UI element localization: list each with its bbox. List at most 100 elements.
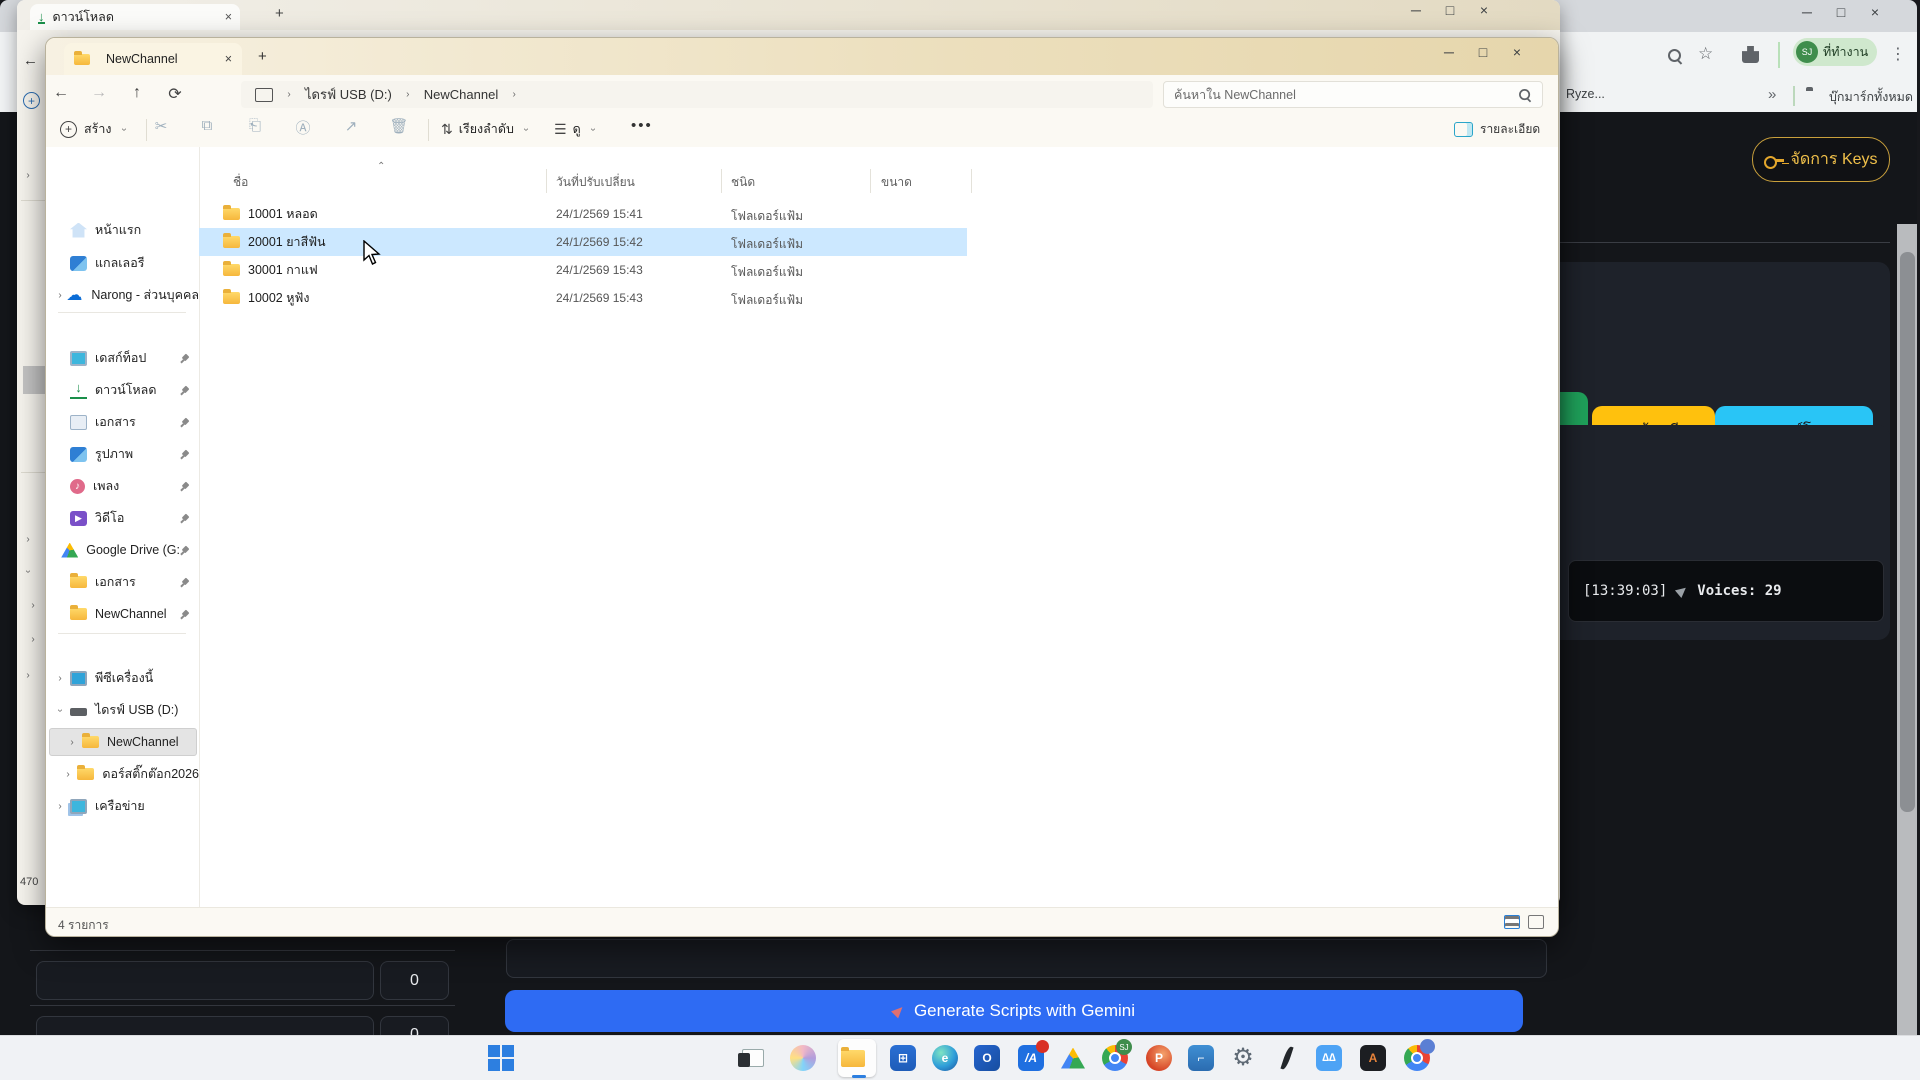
chrome-maximize-button[interactable]: □	[1824, 4, 1858, 20]
new-button[interactable]: + สร้าง ›	[60, 119, 130, 139]
delta-app-button[interactable]: ∆∆	[1314, 1043, 1344, 1073]
bookmarks-overflow-icon[interactable]: »	[1768, 86, 1776, 103]
list-view-toggle[interactable]	[1504, 915, 1520, 929]
sidebar-item-newchannel-pinned[interactable]: NewChannel	[46, 600, 199, 628]
back-icon[interactable]: ←	[46, 84, 76, 102]
tree-item-usb-drive[interactable]: › ไดรฟ์ USB (D:)	[46, 696, 199, 724]
details-pane-toggle[interactable]: รายละเอียด	[1454, 120, 1540, 139]
bookmark-star-icon[interactable]: ☆	[1698, 44, 1713, 64]
chevron-right-icon[interactable]: ›	[22, 170, 34, 181]
remote-app-button[interactable]: ⌐	[1186, 1043, 1216, 1073]
share-icon[interactable]: ↗	[338, 117, 364, 135]
tab-close-icon[interactable]: ×	[225, 10, 232, 24]
forward-icon[interactable]: →	[84, 84, 114, 102]
view-button[interactable]: ☰ ดู ›	[554, 119, 599, 139]
chrome-menu-icon[interactable]: ⋮	[1890, 44, 1906, 64]
tree-item-folder-2026[interactable]: › ดอร์สติ๊กต๊อก2026	[46, 760, 199, 788]
a-app-button[interactable]: A	[1358, 1043, 1388, 1073]
chevron-right-icon[interactable]: ›	[66, 737, 78, 748]
rename-icon[interactable]: Ⓐ	[290, 117, 316, 138]
chevron-right-icon[interactable]: ›	[27, 600, 39, 611]
breadcrumb-folder[interactable]: NewChannel	[424, 87, 498, 102]
manage-keys-button[interactable]: จัดการ Keys	[1752, 137, 1890, 182]
tree-item-this-pc[interactable]: › พีซีเครื่องนี้	[46, 664, 199, 692]
scrollbar-thumb[interactable]	[1900, 252, 1915, 812]
store-button[interactable]: ⊞	[888, 1043, 918, 1073]
new-tab-icon[interactable]: +	[258, 48, 267, 65]
chevron-down-icon[interactable]: ›	[23, 566, 34, 578]
chevron-right-icon[interactable]: ›	[22, 534, 34, 545]
generate-scripts-gemini-button[interactable]: Generate Scripts with Gemini	[505, 990, 1523, 1032]
chrome-secondary-button[interactable]	[1402, 1039, 1435, 1073]
copilot-button[interactable]	[788, 1043, 818, 1073]
explorer-tab[interactable]: NewChannel ×	[64, 43, 242, 75]
downloads-maximize-button[interactable]: □	[1433, 2, 1467, 18]
quill-app-button[interactable]	[1272, 1043, 1302, 1073]
column-divider[interactable]	[971, 169, 972, 193]
back-icon[interactable]: ←	[23, 52, 38, 69]
sidebar-item-onedrive[interactable]: › ☁ Narong - ส่วนบุคคล	[46, 281, 199, 309]
up-icon[interactable]: ↑	[122, 84, 152, 102]
downloads-tab[interactable]: ↓ ดาวน์โหลด ×	[30, 4, 240, 30]
start-button[interactable]	[486, 1043, 516, 1073]
extensions-icon[interactable]	[1742, 46, 1759, 63]
refresh-icon[interactable]: ⟳	[160, 84, 190, 104]
new-tab-icon[interactable]: +	[275, 5, 284, 22]
sidebar-item-desktop[interactable]: เดสก์ท็อป	[46, 344, 199, 372]
chevron-right-icon[interactable]: ›	[54, 801, 66, 812]
column-divider[interactable]	[546, 169, 547, 193]
edge-button[interactable]: e	[930, 1043, 960, 1073]
tree-item-newchannel-selected[interactable]: › NewChannel	[49, 728, 197, 756]
column-header-size[interactable]: ขนาด	[881, 173, 912, 192]
left-input-1[interactable]	[36, 961, 374, 1000]
task-view-button[interactable]	[738, 1043, 768, 1073]
app-ia-button[interactable]: /A	[1016, 1040, 1049, 1073]
more-options-icon[interactable]: •••	[631, 117, 653, 134]
column-divider[interactable]	[721, 169, 722, 193]
close-button[interactable]: ×	[1500, 44, 1534, 60]
sidebar-item-downloads[interactable]: ↓ ดาวน์โหลด	[46, 376, 199, 404]
breadcrumb-drive[interactable]: ไดรฟ์ USB (D:)	[305, 84, 392, 105]
column-header-name[interactable]: ชื่อ	[233, 173, 248, 192]
counter-box-1[interactable]: 0	[380, 961, 449, 1000]
chevron-right-icon[interactable]: ›	[54, 673, 66, 684]
sidebar-item-google-drive[interactable]: Google Drive (G:	[46, 536, 199, 564]
counter-box-2[interactable]: 0	[380, 1016, 449, 1035]
paste-icon[interactable]: ⎗	[242, 117, 268, 134]
downloads-close-button[interactable]: ×	[1467, 2, 1501, 18]
cut-icon[interactable]: ✂	[148, 117, 174, 135]
thumbnail-view-toggle[interactable]	[1528, 915, 1544, 929]
left-input-2[interactable]	[36, 1016, 374, 1035]
column-header-type[interactable]: ชนิด	[731, 173, 755, 192]
chevron-right-icon[interactable]: ›	[54, 290, 66, 301]
all-bookmarks-label[interactable]: บุ๊กมาร์กทั้งหมด	[1829, 87, 1913, 107]
sidebar-item-home[interactable]: หน้าแรก	[46, 216, 199, 244]
copy-icon[interactable]: ⧉	[194, 117, 220, 134]
minimize-button[interactable]: ─	[1432, 44, 1466, 60]
sidebar-item-documents[interactable]: เอกสาร	[46, 408, 199, 436]
maximize-button[interactable]: □	[1466, 44, 1500, 60]
page-scrollbar[interactable]	[1897, 224, 1917, 1035]
sliver-scrollbar-thumb[interactable]	[23, 366, 45, 394]
powerpoint-button[interactable]: P	[1144, 1043, 1174, 1073]
this-pc-icon[interactable]	[255, 87, 273, 102]
sidebar-item-videos[interactable]: ▶ วิดีโอ	[46, 504, 199, 532]
script-input[interactable]	[506, 939, 1547, 978]
new-icon[interactable]: +	[23, 92, 40, 109]
chrome-close-button[interactable]: ×	[1858, 4, 1892, 20]
sidebar-item-pictures[interactable]: รูปภาพ	[46, 440, 199, 468]
search-input[interactable]: ค้นหาใน NewChannel	[1163, 81, 1543, 108]
settings-button[interactable]: ⚙	[1228, 1043, 1258, 1073]
bookmark-item[interactable]: Ryze...	[1566, 87, 1605, 101]
file-explorer-button[interactable]	[838, 1039, 876, 1078]
outlook-button[interactable]: O	[972, 1043, 1002, 1073]
column-header-date[interactable]: วันที่ปรับเปลี่ยน	[556, 173, 635, 192]
chevron-right-icon[interactable]: ›	[22, 670, 34, 681]
chevron-right-icon[interactable]: ›	[62, 769, 74, 780]
tree-item-network[interactable]: › เครือข่าย	[46, 792, 199, 820]
tab-close-icon[interactable]: ×	[225, 52, 232, 66]
profile-button[interactable]: SJ ที่ทำงาน	[1793, 38, 1877, 66]
column-divider[interactable]	[870, 169, 871, 193]
chevron-right-icon[interactable]: ›	[27, 634, 39, 645]
sidebar-item-music[interactable]: ♪ เพลง	[46, 472, 199, 500]
